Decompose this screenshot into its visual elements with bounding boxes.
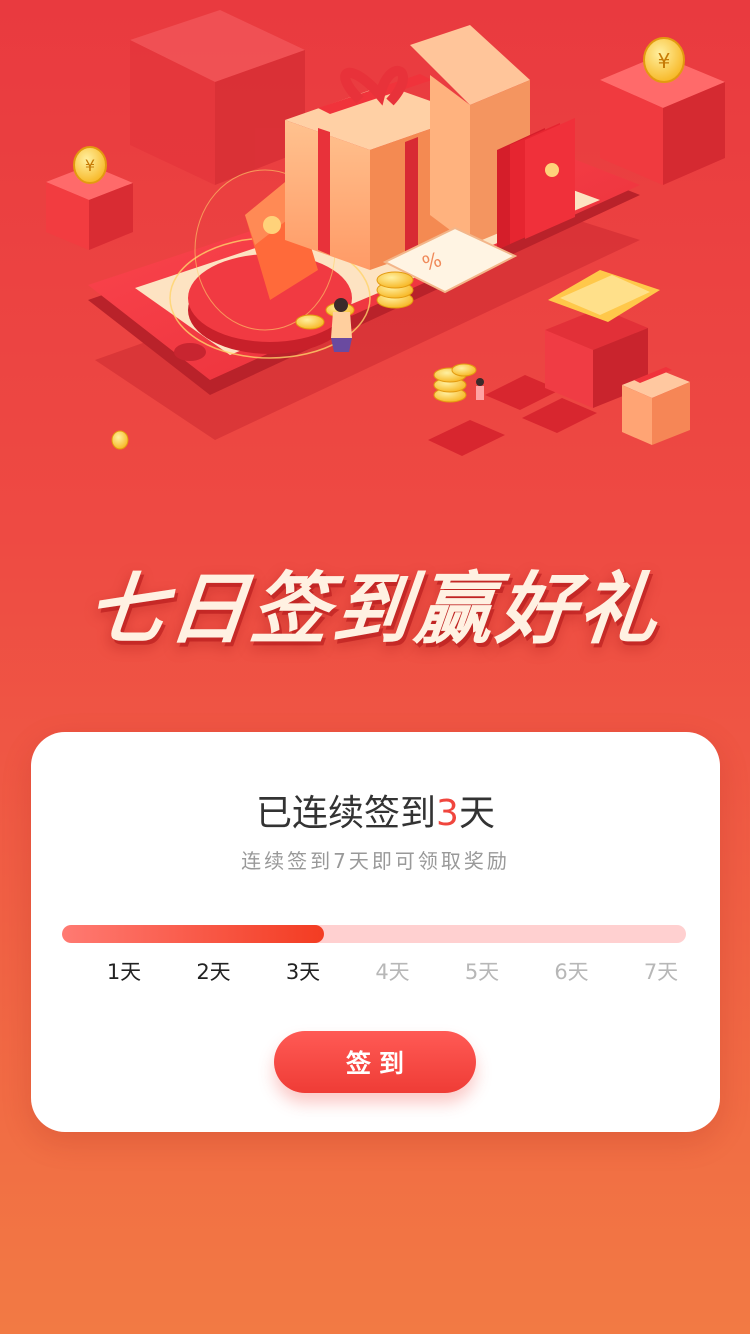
day-label-3: 3天	[285, 960, 321, 984]
streak-headline: 已连续签到3天	[31, 784, 720, 836]
progress-fill	[62, 925, 324, 943]
svg-text:¥: ¥	[85, 156, 95, 175]
streak-count: 3	[436, 793, 459, 834]
day-label-4: 4天	[375, 960, 410, 984]
day-labels: 1天 2天 3天 4天 5天 6天 7天	[31, 956, 720, 986]
checkin-button[interactable]: 签到	[274, 1031, 476, 1093]
streak-suffix: 天	[458, 793, 495, 834]
background-cube-icon	[130, 10, 305, 185]
page-title: 七日签到赢好礼	[82, 564, 667, 655]
reward-hint: 连续签到7天即可领取奖励	[241, 849, 510, 873]
streak-prefix: 已连续签到	[256, 793, 437, 834]
day-label-1: 1天	[106, 960, 142, 984]
progress-track	[62, 925, 686, 943]
checkin-card: 已连续签到3天 连续签到7天即可领取奖励 1天 2天 3天 4天 5天 6天 7…	[31, 732, 720, 1132]
hero-illustration: ¥ ¥ %	[0, 0, 750, 520]
svg-text:¥: ¥	[658, 49, 671, 73]
day-label-6: 6天	[554, 960, 589, 984]
day-label-7: 7天	[643, 960, 679, 984]
day-label-2: 2天	[196, 960, 231, 984]
day-label-5: 5天	[464, 960, 500, 984]
